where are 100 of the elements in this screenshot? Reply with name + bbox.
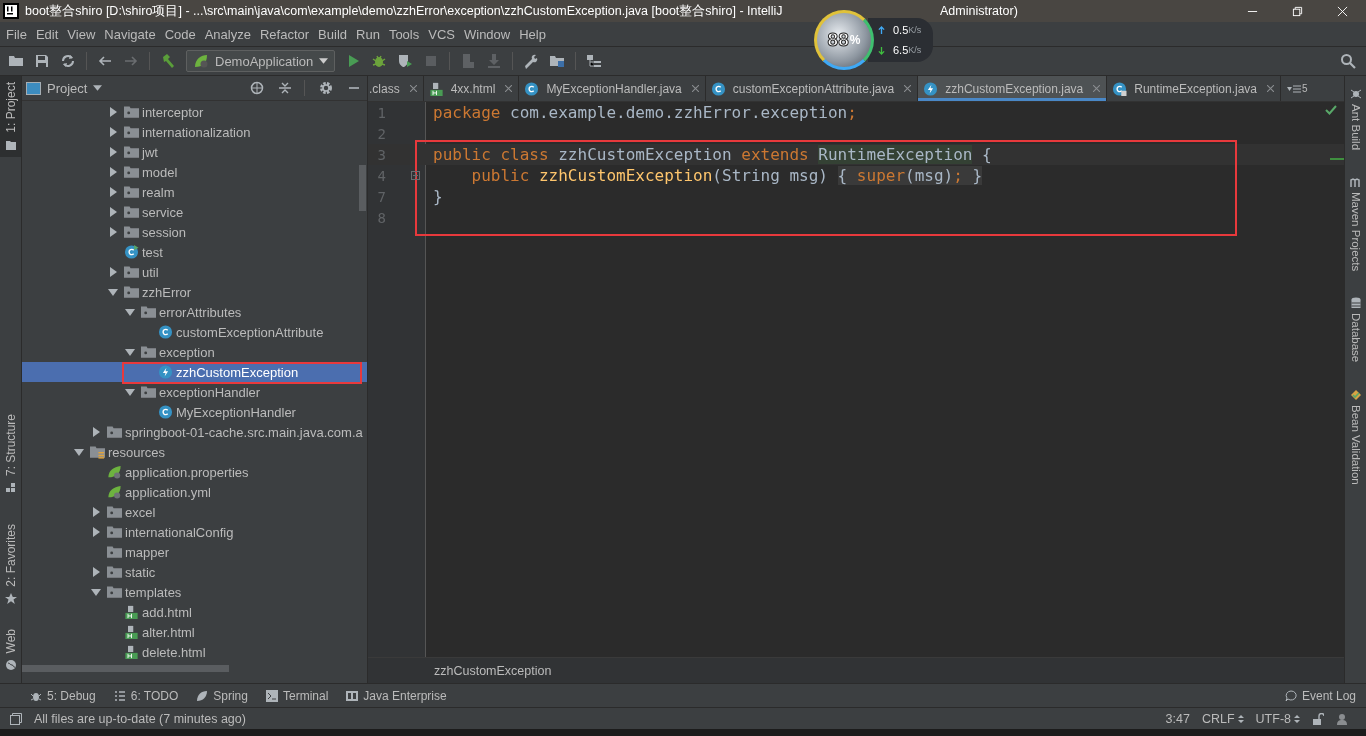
tree-item[interactable]: application.properties	[22, 462, 367, 482]
tree-item[interactable]: application.yml	[22, 482, 367, 502]
expand-arrow-icon[interactable]	[91, 527, 101, 537]
scrollbar-thumb[interactable]	[359, 165, 366, 211]
editor-tab[interactable]: zzhCustomException.java	[918, 76, 1108, 101]
tool-window-button[interactable]: 6: TODO	[113, 688, 179, 703]
scrollbar-thumb[interactable]	[22, 665, 229, 672]
tree-item[interactable]: add.html	[22, 602, 367, 622]
tree-item[interactable]: excel	[22, 502, 367, 522]
tree-item[interactable]: test	[22, 242, 367, 262]
expand-arrow-icon[interactable]	[125, 387, 135, 397]
panel-toggle-icon[interactable]	[10, 712, 22, 725]
menu-item[interactable]: Run	[355, 26, 386, 42]
menu-item[interactable]: Tools	[387, 26, 426, 42]
tree-item[interactable]: templates	[22, 582, 367, 602]
expand-arrow-icon[interactable]	[91, 587, 101, 597]
caret-icon[interactable]	[93, 85, 103, 91]
expand-arrow-icon[interactable]	[74, 447, 84, 457]
expand-arrow-icon[interactable]	[108, 287, 118, 297]
expand-arrow-icon[interactable]	[91, 567, 101, 577]
tree-item[interactable]: alter.html	[22, 622, 367, 642]
tool-window-tab[interactable]: 2: Favorites	[0, 517, 21, 611]
panel-title[interactable]: Project	[47, 80, 88, 96]
tree-item[interactable]: session	[22, 222, 367, 242]
menu-item[interactable]: View	[66, 26, 102, 42]
event-log-button[interactable]: Event Log	[1284, 688, 1356, 703]
restore-icon[interactable]	[1292, 5, 1303, 17]
tool-window-tab[interactable]: 1: Project	[0, 76, 21, 157]
tree-item[interactable]: static	[22, 562, 367, 582]
expand-arrow-icon[interactable]	[125, 347, 135, 357]
folder-icon[interactable]	[549, 53, 566, 69]
inspector-icon[interactable]	[1336, 712, 1348, 725]
menu-item[interactable]: Navigate	[103, 26, 162, 42]
tool-window-button[interactable]: Spring	[196, 688, 248, 703]
tool-window-tab[interactable]: Bean Validation	[1349, 388, 1362, 485]
tree-item[interactable]: realm	[22, 182, 367, 202]
expand-arrow-icon[interactable]	[108, 147, 118, 157]
tool-window-tab[interactable]: 7: Structure	[0, 407, 21, 500]
fold-icon[interactable]	[411, 171, 420, 180]
tool-window-tab[interactable]: Database	[1349, 297, 1362, 363]
editor-tab[interactable]: 4xx.html	[423, 76, 520, 101]
caret-position[interactable]: 3:47	[1165, 711, 1190, 726]
hammer-icon[interactable]	[160, 53, 176, 69]
expand-arrow-icon[interactable]	[125, 307, 135, 317]
expand-arrow-icon[interactable]	[108, 267, 118, 277]
editor-tab[interactable]: .class	[368, 76, 424, 101]
editor-tab[interactable]: RuntimeException.java	[1107, 76, 1281, 101]
sync-icon[interactable]	[60, 53, 76, 69]
target-icon[interactable]	[250, 81, 264, 95]
padlock-icon[interactable]	[1312, 712, 1324, 725]
expand-arrow-icon[interactable]	[108, 107, 118, 117]
menu-item[interactable]: VCS	[427, 26, 461, 42]
menu-item[interactable]: Code	[163, 26, 202, 42]
tree-item[interactable]: exceptionHandler	[22, 382, 367, 402]
tree-item[interactable]: mapper	[22, 542, 367, 562]
menu-item[interactable]: Build	[317, 26, 353, 42]
menu-item[interactable]: Refactor	[258, 26, 316, 42]
tree-item[interactable]: internationalization	[22, 122, 367, 142]
tool-window-tab[interactable]: Ant Build	[1349, 88, 1362, 151]
menu-item[interactable]: Analyze	[203, 26, 257, 42]
tool-window-button[interactable]: Java Enterprise	[346, 688, 447, 703]
tree-item[interactable]: util	[22, 262, 367, 282]
tree-item[interactable]: MyExceptionHandler	[22, 402, 367, 422]
editor-tab[interactable]: MyExceptionHandler.java	[519, 76, 706, 101]
tool-window-button[interactable]: Terminal	[265, 688, 329, 703]
tree-item[interactable]: jwt	[22, 142, 367, 162]
tree-item[interactable]: zzhError	[22, 282, 367, 302]
shield-icon[interactable]	[397, 53, 414, 69]
expand-arrow-icon[interactable]	[108, 127, 118, 137]
tree-item[interactable]: interceptor	[22, 102, 367, 122]
expand-arrow-icon[interactable]	[108, 187, 118, 197]
expand-arrow-icon[interactable]	[108, 167, 118, 177]
tool-window-button[interactable]: 5: Debug	[30, 688, 96, 703]
tool-window-tab[interactable]: Maven Projects	[1349, 176, 1362, 272]
expand-arrow-icon[interactable]	[108, 227, 118, 237]
expand-arrow-icon[interactable]	[91, 507, 101, 517]
menu-item[interactable]: Window	[462, 26, 517, 42]
save-icon[interactable]	[34, 53, 50, 69]
folder-icon[interactable]	[8, 53, 24, 69]
tree-item[interactable]: internationalConfig	[22, 522, 367, 542]
expand-arrow-icon[interactable]	[108, 207, 118, 217]
menu-item[interactable]: Help	[518, 26, 552, 42]
breadcrumb[interactable]: zzhCustomException	[434, 663, 552, 678]
tree-item[interactable]: model	[22, 162, 367, 182]
tree-item[interactable]: service	[22, 202, 367, 222]
run-configuration-dropdown[interactable]: DemoApplication	[186, 50, 336, 72]
line-separator-selector[interactable]: CRLF	[1201, 711, 1244, 726]
menu-item[interactable]: File	[5, 26, 33, 42]
collapse-icon[interactable]	[278, 81, 292, 95]
expand-arrow-icon[interactable]	[91, 427, 101, 437]
tool-window-tab[interactable]: Web	[0, 622, 21, 677]
tree-item[interactable]: resources	[22, 442, 367, 462]
tree-item[interactable]: errorAttributes	[22, 302, 367, 322]
search-icon[interactable]	[1340, 53, 1356, 69]
wrench-icon[interactable]	[523, 53, 540, 69]
structure-icon[interactable]	[586, 53, 603, 69]
tab-overflow-button[interactable]: 5	[1283, 76, 1312, 101]
tree-item[interactable]: delete.html	[22, 642, 367, 662]
tree-item[interactable]: customExceptionAttribute	[22, 322, 367, 342]
tree-item[interactable]: exception	[22, 342, 367, 362]
